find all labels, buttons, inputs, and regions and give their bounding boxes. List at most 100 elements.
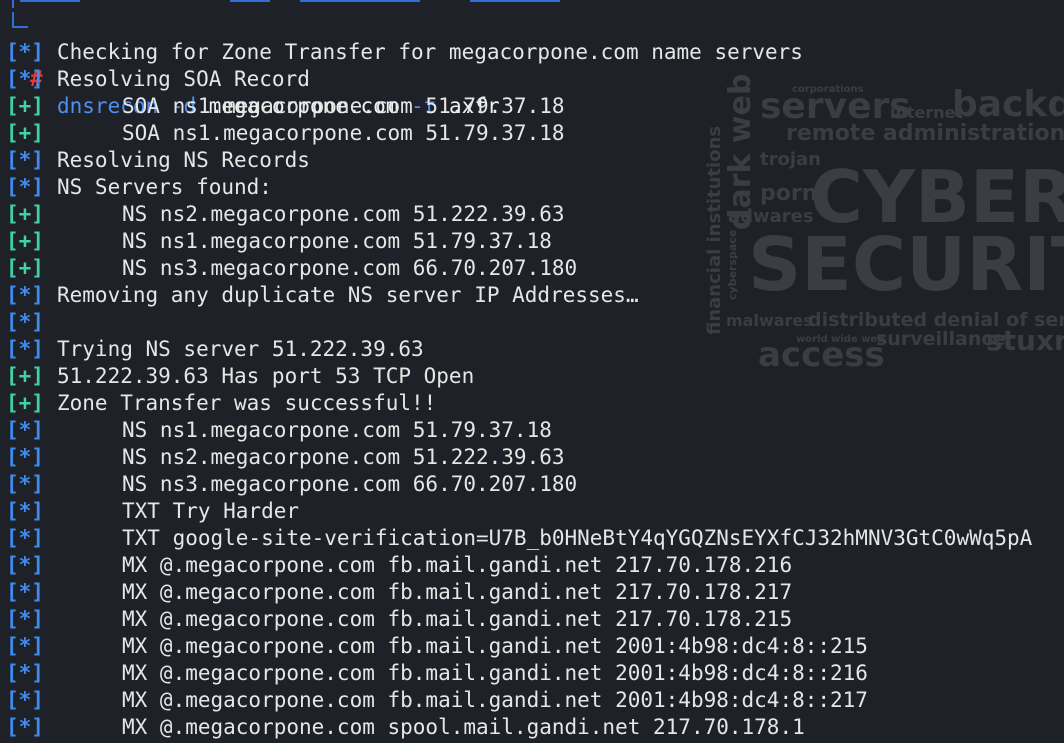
word-remote-administration-tools: remote administration tools bbox=[786, 121, 1064, 146]
info-tag: [*] bbox=[6, 499, 44, 523]
info-tag: [*] bbox=[6, 337, 44, 361]
word-servers: servers bbox=[760, 86, 911, 127]
success-tag: [+] bbox=[6, 94, 44, 118]
output-line: [+] NS ns3.megacorpone.com 66.70.207.180 bbox=[0, 255, 577, 282]
output-line: [*] NS Servers found: bbox=[0, 174, 272, 201]
info-tag: [*] bbox=[6, 688, 44, 712]
output-message: NS ns3.megacorpone.com 66.70.207.180 bbox=[122, 256, 578, 280]
output-line: [*] MX @.megacorpone.com fb.mail.gandi.ne… bbox=[0, 687, 868, 714]
output-message: Checking for Zone Transfer for megacorpo… bbox=[57, 40, 803, 64]
command-output: [*] Checking for Zone Transfer for megaco… bbox=[0, 39, 1032, 741]
info-tag: [*] bbox=[6, 418, 44, 442]
output-message: Resolving SOA Record bbox=[57, 67, 310, 91]
command-prompt-line: # dnsrecon -d megacorpone.com -t axfr bbox=[0, 12, 500, 118]
output-line: [*] MX @.megacorpone.com fb.mail.gandi.ne… bbox=[0, 579, 792, 606]
word-internet: internet bbox=[890, 103, 964, 122]
output-line: [*] Resolving SOA Record bbox=[0, 66, 310, 93]
prompt-top bbox=[0, 0, 76, 12]
output-message: 51.222.39.63 Has port 53 TCP Open bbox=[57, 364, 475, 388]
info-tag: [*] bbox=[6, 607, 44, 631]
output-message: MX @.megacorpone.com fb.mail.gandi.net 2… bbox=[122, 661, 868, 685]
word-surveillance: surveillance bbox=[876, 328, 1006, 350]
info-tag: [*] bbox=[6, 661, 44, 685]
word-cyber: CYBER bbox=[810, 155, 1064, 239]
output-message: Trying NS server 51.222.39.63 bbox=[57, 337, 424, 361]
output-line: [*] MX @.megacorpone.com fb.mail.gandi.ne… bbox=[0, 552, 792, 579]
output-line: [*] MX @.megacorpone.com spool.mail.gandi… bbox=[0, 714, 805, 741]
terminal-output: # dnsrecon -d megacorpone.com -t axfr [*… bbox=[0, 0, 1032, 741]
output-line: [*] NS ns1.megacorpone.com 51.79.37.18 bbox=[0, 417, 552, 444]
word-dark-web: dark web bbox=[723, 74, 758, 230]
word-backdoor: backdoor bbox=[952, 84, 1064, 125]
output-message: SOA ns1.megacorpone.com 51.79.37.18 bbox=[122, 94, 565, 118]
info-tag: [*] bbox=[6, 175, 44, 199]
output-line: [*] Removing any duplicate NS server IP A… bbox=[0, 282, 639, 309]
output-message: TXT google-site-verification=U7B_b0HNeBt… bbox=[122, 526, 1033, 550]
word-financial-institutions: financial institutions bbox=[704, 126, 725, 335]
output-line: [+] NS ns2.megacorpone.com 51.222.39.63 bbox=[0, 201, 565, 228]
info-tag: [*] bbox=[6, 283, 44, 307]
word-world-wide-web: world wide web bbox=[796, 334, 884, 345]
word-adwares: adwares bbox=[728, 206, 814, 227]
info-tag: [*] bbox=[6, 634, 44, 658]
output-line: [*] MX @.megacorpone.com fb.mail.gandi.ne… bbox=[0, 606, 792, 633]
success-tag: [+] bbox=[6, 256, 44, 280]
output-line: [*] Checking for Zone Transfer for megaco… bbox=[0, 39, 803, 66]
prompt-corner bbox=[12, 0, 24, 8]
output-message: MX @.megacorpone.com fb.mail.gandi.net 2… bbox=[122, 607, 793, 631]
output-line: [*] NS ns2.megacorpone.com 51.222.39.63 bbox=[0, 444, 565, 471]
output-message: MX @.megacorpone.com fb.mail.gandi.net 2… bbox=[122, 634, 868, 658]
output-line: [*] Resolving NS Records bbox=[0, 147, 310, 174]
previous-prompt-edge bbox=[0, 0, 600, 3]
word-cyberspace: cyberspace bbox=[726, 230, 739, 300]
word-stuxnet: stuxnet bbox=[986, 324, 1064, 357]
output-message: SOA ns1.megacorpone.com 51.79.37.18 bbox=[122, 121, 565, 145]
output-message: MX @.megacorpone.com fb.mail.gandi.net 2… bbox=[122, 553, 793, 577]
info-tag: [*] bbox=[6, 148, 44, 172]
word-security: SECURITY bbox=[748, 222, 1064, 308]
info-tag: [*] bbox=[6, 715, 44, 739]
output-line: [*] bbox=[0, 309, 76, 336]
word-porn: porn bbox=[760, 181, 817, 206]
output-message: NS ns1.megacorpone.com 51.79.37.18 bbox=[122, 229, 552, 253]
info-tag: [*] bbox=[6, 445, 44, 469]
output-message: Zone Transfer was successful!! bbox=[57, 391, 437, 415]
output-message: NS ns2.megacorpone.com 51.222.39.63 bbox=[122, 202, 565, 226]
output-message: NS ns1.megacorpone.com 51.79.37.18 bbox=[122, 418, 552, 442]
word-trojan: trojan bbox=[760, 149, 821, 170]
output-line: [+] Zone Transfer was successful!! bbox=[0, 390, 436, 417]
output-line: [*] TXT google-site-verification=U7B_b0HN… bbox=[0, 525, 1032, 552]
cyber-security-word-cloud: CYBER SECURITY servers backdoor remote a… bbox=[690, 50, 1064, 390]
output-line: [*] NS ns3.megacorpone.com 66.70.207.180 bbox=[0, 471, 577, 498]
terminal-window[interactable]: CYBER SECURITY servers backdoor remote a… bbox=[0, 0, 1064, 743]
output-line: [+] SOA ns1.megacorpone.com 51.79.37.18 bbox=[0, 93, 565, 120]
info-tag: [*] bbox=[6, 67, 44, 91]
output-line: [+] NS ns1.megacorpone.com 51.79.37.18 bbox=[0, 228, 552, 255]
output-line: [*] MX @.megacorpone.com fb.mail.gandi.ne… bbox=[0, 633, 868, 660]
output-message: NS ns3.megacorpone.com 66.70.207.180 bbox=[122, 472, 578, 496]
output-line: [*] Trying NS server 51.222.39.63 bbox=[0, 336, 424, 363]
prompt-branch bbox=[12, 12, 28, 28]
info-tag: [*] bbox=[6, 310, 44, 334]
success-tag: [+] bbox=[6, 121, 44, 145]
info-tag: [*] bbox=[6, 472, 44, 496]
output-message: MX @.megacorpone.com fb.mail.gandi.net 2… bbox=[122, 688, 868, 712]
info-tag: [*] bbox=[6, 526, 44, 550]
word-malwares: malwares bbox=[726, 311, 813, 330]
output-message: NS Servers found: bbox=[57, 175, 272, 199]
word-corporations: corporations bbox=[792, 84, 864, 95]
info-tag: [*] bbox=[6, 40, 44, 64]
success-tag: [+] bbox=[6, 202, 44, 226]
output-message: TXT Try Harder bbox=[122, 499, 300, 523]
output-line: [+] 51.222.39.63 Has port 53 TCP Open bbox=[0, 363, 474, 390]
output-message: MX @.megacorpone.com spool.mail.gandi.ne… bbox=[122, 715, 805, 739]
success-tag: [+] bbox=[6, 229, 44, 253]
info-tag: [*] bbox=[6, 580, 44, 604]
info-tag: [*] bbox=[6, 553, 44, 577]
word-access: access bbox=[758, 335, 885, 375]
output-line: [*] MX @.megacorpone.com fb.mail.gandi.ne… bbox=[0, 660, 868, 687]
output-message: NS ns2.megacorpone.com 51.222.39.63 bbox=[122, 445, 565, 469]
success-tag: [+] bbox=[6, 364, 44, 388]
output-message: Removing any duplicate NS server IP Addr… bbox=[57, 283, 639, 307]
output-line: [*] TXT Try Harder bbox=[0, 498, 299, 525]
